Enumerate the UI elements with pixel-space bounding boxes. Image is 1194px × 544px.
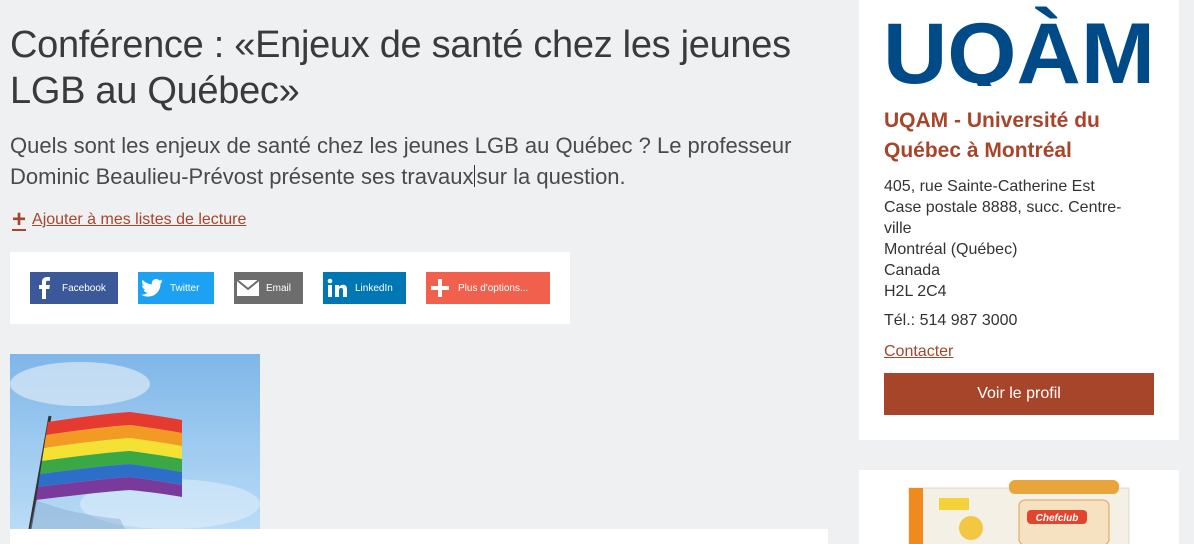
organization-phone: Tél.: 514 987 3000 <box>884 312 1018 329</box>
facebook-share-button[interactable]: Facebook <box>30 272 118 304</box>
svg-text:Chefclub: Chefclub <box>1036 513 1079 524</box>
organization-name: UQAM - Université du Québec à Montréal <box>884 109 1100 162</box>
email-share-button[interactable]: Email <box>234 272 303 304</box>
svg-text:UQÀM: UQÀM <box>883 6 1155 86</box>
address-line: Canada <box>884 262 941 279</box>
twitter-label: Twitter <box>170 282 200 294</box>
plus-icon: + <box>12 206 27 233</box>
facebook-label: Facebook <box>62 282 106 294</box>
lead-text-part2: sur la question. <box>476 164 626 189</box>
address-line: Case postale 8888, succ. Centre-ville <box>884 199 1122 237</box>
plus-icon <box>426 272 454 304</box>
facebook-icon <box>30 272 58 304</box>
article-image-rainbow-flag <box>10 354 260 529</box>
ad-product-image: Chefclub <box>908 480 1130 544</box>
content-strip <box>10 529 828 544</box>
share-toolbar: Facebook Twitter Email LinkedIn Plus d'o… <box>10 252 570 324</box>
address-line: Montréal (Québec) <box>884 241 1018 258</box>
email-label: Email <box>266 282 292 294</box>
address-line: 405, rue Sainte-Catherine Est <box>884 178 1095 195</box>
uqam-logo: UQÀM <box>883 6 1155 86</box>
advertisement[interactable]: Chefclub <box>859 470 1179 544</box>
lead-text-part1: Quels sont les enjeux de santé chez les … <box>10 133 792 189</box>
organization-address: 405, rue Sainte-Catherine Est Case posta… <box>884 176 1134 302</box>
reading-list-label: Ajouter à mes listes de lecture <box>32 211 247 228</box>
linkedin-share-button[interactable]: LinkedIn <box>323 272 406 304</box>
article-title: Conférence : «Enjeux de santé chez les j… <box>10 24 791 112</box>
rainbow-flag-illustration <box>10 362 260 529</box>
twitter-share-button[interactable]: Twitter <box>138 272 214 304</box>
page: Conférence : «Enjeux de santé chez les j… <box>0 0 1194 544</box>
contact-link[interactable]: Contacter <box>884 343 953 361</box>
linkedin-label: LinkedIn <box>355 282 393 294</box>
more-options-button[interactable]: Plus d'options... <box>426 272 550 304</box>
organization-card: UQÀM UQAM - Université du Québec à Montr… <box>859 0 1179 440</box>
article-lead: Quels sont les enjeux de santé chez les … <box>10 130 840 192</box>
envelope-icon <box>234 272 262 304</box>
view-profile-button[interactable]: Voir le profil <box>884 373 1154 415</box>
twitter-icon <box>138 272 166 304</box>
more-options-label: Plus d'options... <box>458 282 529 294</box>
linkedin-icon <box>323 272 351 304</box>
address-line: H2L 2C4 <box>884 283 947 300</box>
add-to-reading-list-link[interactable]: + Ajouter à mes listes de lecture <box>12 206 247 233</box>
